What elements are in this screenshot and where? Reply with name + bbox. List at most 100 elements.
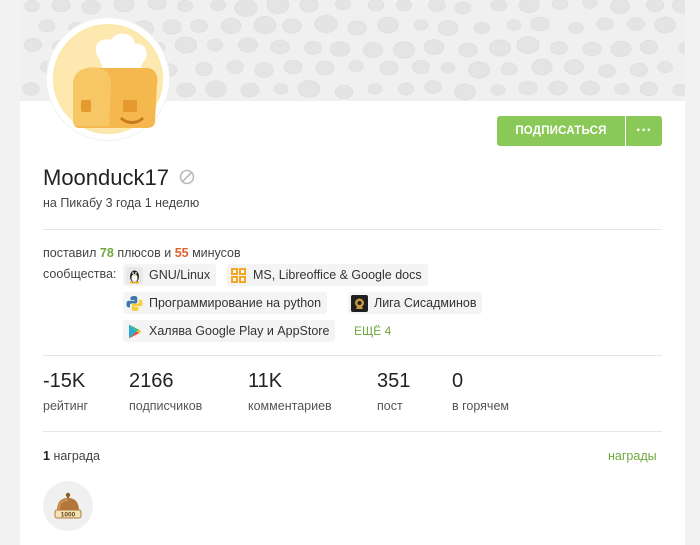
communities-label: сообщества:: [43, 267, 117, 281]
community-chip-free-apps[interactable]: Халява Google Play и AppStore: [123, 320, 336, 342]
cover-pattern-dot: [548, 80, 568, 96]
sysadmin-icon: [351, 294, 368, 312]
votes-mid: плюсов и: [117, 246, 172, 260]
awards-count: 1: [43, 449, 50, 463]
awards-title: 1 награда: [43, 449, 100, 463]
cover-pattern-dot: [367, 83, 383, 96]
cover-pattern-dot: [440, 62, 456, 74]
cover-pattern-dot: [237, 37, 258, 53]
cover-pattern-dot: [313, 15, 338, 34]
cover-pattern-dot: [506, 19, 522, 31]
cover-pattern-dot: [517, 0, 540, 14]
award-item[interactable]: 1000: [43, 481, 93, 531]
cover-pattern-dot: [176, 82, 196, 98]
cover-pattern-dot: [210, 0, 227, 12]
awards-link[interactable]: награды: [608, 449, 657, 463]
votes-suffix: минусов: [192, 246, 241, 260]
stat-comments[interactable]: 11K комментариев: [248, 370, 332, 413]
more-options-button[interactable]: ···: [626, 116, 662, 146]
cover-pattern-dot: [177, 0, 194, 13]
play-icon: [129, 324, 142, 338]
cover-pattern-dot: [81, 0, 102, 16]
cover-pattern-dot: [329, 41, 350, 58]
cover-pattern-dot: [454, 83, 476, 101]
cover-pattern-dot: [490, 83, 506, 96]
cover-pattern-dot: [654, 17, 677, 34]
ignore-icon[interactable]: [179, 165, 195, 191]
cover-pattern-dot: [563, 59, 584, 75]
cover-pattern-dot: [582, 0, 598, 10]
cover-pattern-dot: [273, 83, 289, 95]
cover-pattern-dot: [598, 63, 617, 78]
cover-pattern-dot: [377, 16, 399, 34]
cover-pattern-dot: [23, 38, 42, 53]
avatar[interactable]: [47, 18, 169, 140]
cover-pattern-dot: [424, 39, 445, 56]
award-badge-text: 1000: [61, 512, 76, 519]
stat-value: 2166: [129, 370, 174, 392]
cover-pattern-dot: [253, 16, 277, 35]
stat-label: рейтинг: [43, 399, 89, 413]
username: Moonduck17: [43, 165, 169, 190]
stat-hot[interactable]: 0 в горячем: [452, 370, 509, 413]
cover-pattern-dot: [221, 17, 242, 34]
cover-pattern-dot: [614, 83, 630, 96]
profile-card: ПОДПИСАТЬСЯ ··· Moonduck17 на Пикабу 3 г…: [20, 0, 685, 545]
toast-chef-icon: [53, 24, 163, 134]
cover-pattern-dot: [226, 60, 244, 74]
cover-pattern-dot: [672, 84, 685, 97]
stat-posts[interactable]: 351 пост: [377, 370, 410, 413]
cover-pattern-dot: [190, 18, 208, 33]
cover-pattern-dot: [195, 61, 214, 76]
community-chip-ms-office[interactable]: MS, Libreoffice & Google docs: [227, 264, 428, 286]
cover-pattern-dot: [147, 0, 167, 11]
cover-pattern-dot: [396, 0, 413, 11]
cover-pattern-dot: [596, 17, 614, 31]
cover-pattern-dot: [645, 0, 664, 12]
cover-pattern-dot: [113, 0, 136, 13]
community-chip-gnu-linux[interactable]: GNU/Linux: [123, 264, 217, 286]
stat-value: 0: [452, 370, 464, 392]
community-chip-sysadmins[interactable]: Лига Сисадминов: [348, 292, 483, 314]
cover-pattern-dot: [299, 0, 319, 13]
cover-pattern-dot: [568, 22, 584, 35]
cover-pattern-dot: [282, 18, 302, 34]
awards-count-label: награда: [53, 449, 101, 463]
votes-prefix: поставил: [43, 246, 97, 260]
communities-more-link[interactable]: ЕЩЁ 4: [354, 324, 391, 338]
python-icon: [126, 295, 143, 311]
office-icon: [231, 267, 246, 283]
cover-pattern-dot: [392, 41, 415, 59]
community-name: MS, Libreoffice & Google docs: [253, 268, 422, 282]
cover-pattern-dot: [304, 40, 323, 55]
cover-pattern-dot: [398, 82, 415, 96]
cover-pattern-dot: [516, 36, 540, 55]
votes-summary: поставил 78 плюсов и 55 минусов: [43, 246, 241, 260]
cover-pattern-dot: [24, 0, 40, 12]
penguin-icon: [126, 266, 143, 284]
cover-pattern-dot: [531, 58, 553, 76]
community-name: GNU/Linux: [149, 268, 211, 282]
cover-pattern-dot: [551, 0, 569, 11]
community-name: Программирование на python: [149, 296, 322, 310]
cover-pattern-dot: [269, 39, 290, 55]
cover-pattern-dot: [491, 0, 508, 12]
cover-pattern-dot: [424, 80, 443, 95]
subscribe-button[interactable]: ПОДПИСАТЬСЯ: [497, 116, 625, 146]
cover-pattern-dot: [52, 0, 71, 13]
community-chip-python[interactable]: Программирование на python: [123, 292, 328, 314]
cover-pattern-dot: [379, 60, 400, 76]
cover-pattern-dot: [22, 82, 40, 96]
cover-pattern-dot: [678, 42, 685, 55]
stat-label: в горячем: [452, 399, 509, 413]
cover-pattern-dot: [437, 19, 459, 36]
stat-subscribers[interactable]: 2166 подписчиков: [129, 370, 202, 413]
cover-pattern-dot: [473, 21, 491, 35]
cover-pattern-dot: [414, 19, 429, 31]
cover-pattern-dot: [550, 41, 569, 56]
cover-pattern-dot: [518, 80, 538, 96]
community-name: Лига Сисадминов: [374, 296, 477, 310]
stat-value: 11K: [248, 370, 283, 392]
cover-pattern-dot: [367, 0, 385, 12]
cover-pattern-dot: [656, 60, 673, 74]
